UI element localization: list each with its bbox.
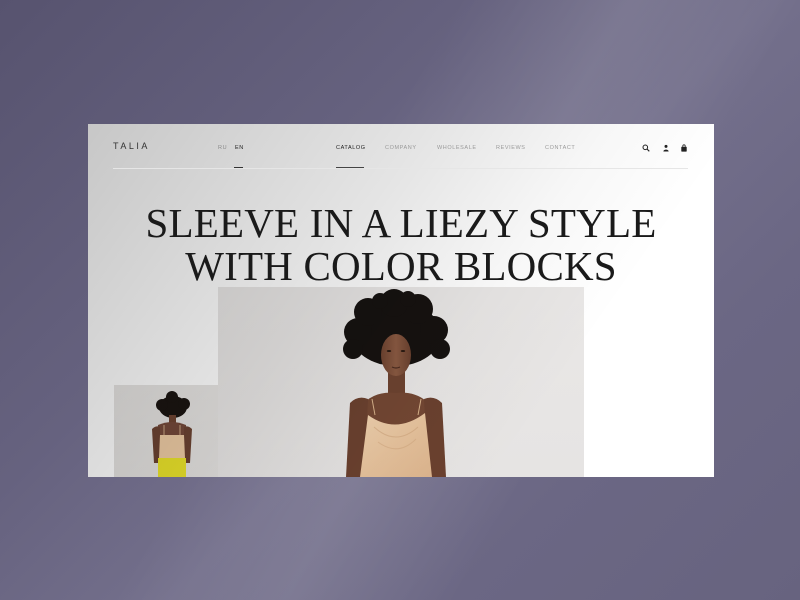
lang-en-link[interactable]: EN	[235, 145, 244, 151]
lang-ru-link[interactable]: RU	[218, 145, 227, 151]
nav-wholesale[interactable]: WHOLESALE	[437, 145, 477, 151]
hero-title-line-1: SLEEVE IN A LIEZY STYLE	[145, 200, 657, 246]
nav-catalog[interactable]: CATALOG	[336, 145, 366, 151]
brand-logo[interactable]: TALIA	[113, 141, 150, 151]
user-icon[interactable]	[661, 143, 671, 153]
main-product-photo[interactable]	[218, 287, 584, 477]
secondary-product-photo[interactable]	[114, 385, 218, 477]
header-divider	[113, 168, 688, 169]
bag-icon[interactable]	[679, 143, 689, 153]
hero-title-line-2: WITH COLOR BLOCKS	[185, 243, 617, 289]
website-page: TALIA RU EN CATALOG COMPANY WHOLESALE RE…	[88, 124, 714, 477]
nav-company[interactable]: COMPANY	[385, 145, 417, 151]
nav-contact[interactable]: CONTACT	[545, 145, 575, 151]
hero-title: SLEEVE IN A LIEZY STYLE WITH COLOR BLOCK…	[88, 202, 714, 288]
search-icon[interactable]	[641, 143, 651, 153]
nav-reviews[interactable]: REVIEWS	[496, 145, 526, 151]
